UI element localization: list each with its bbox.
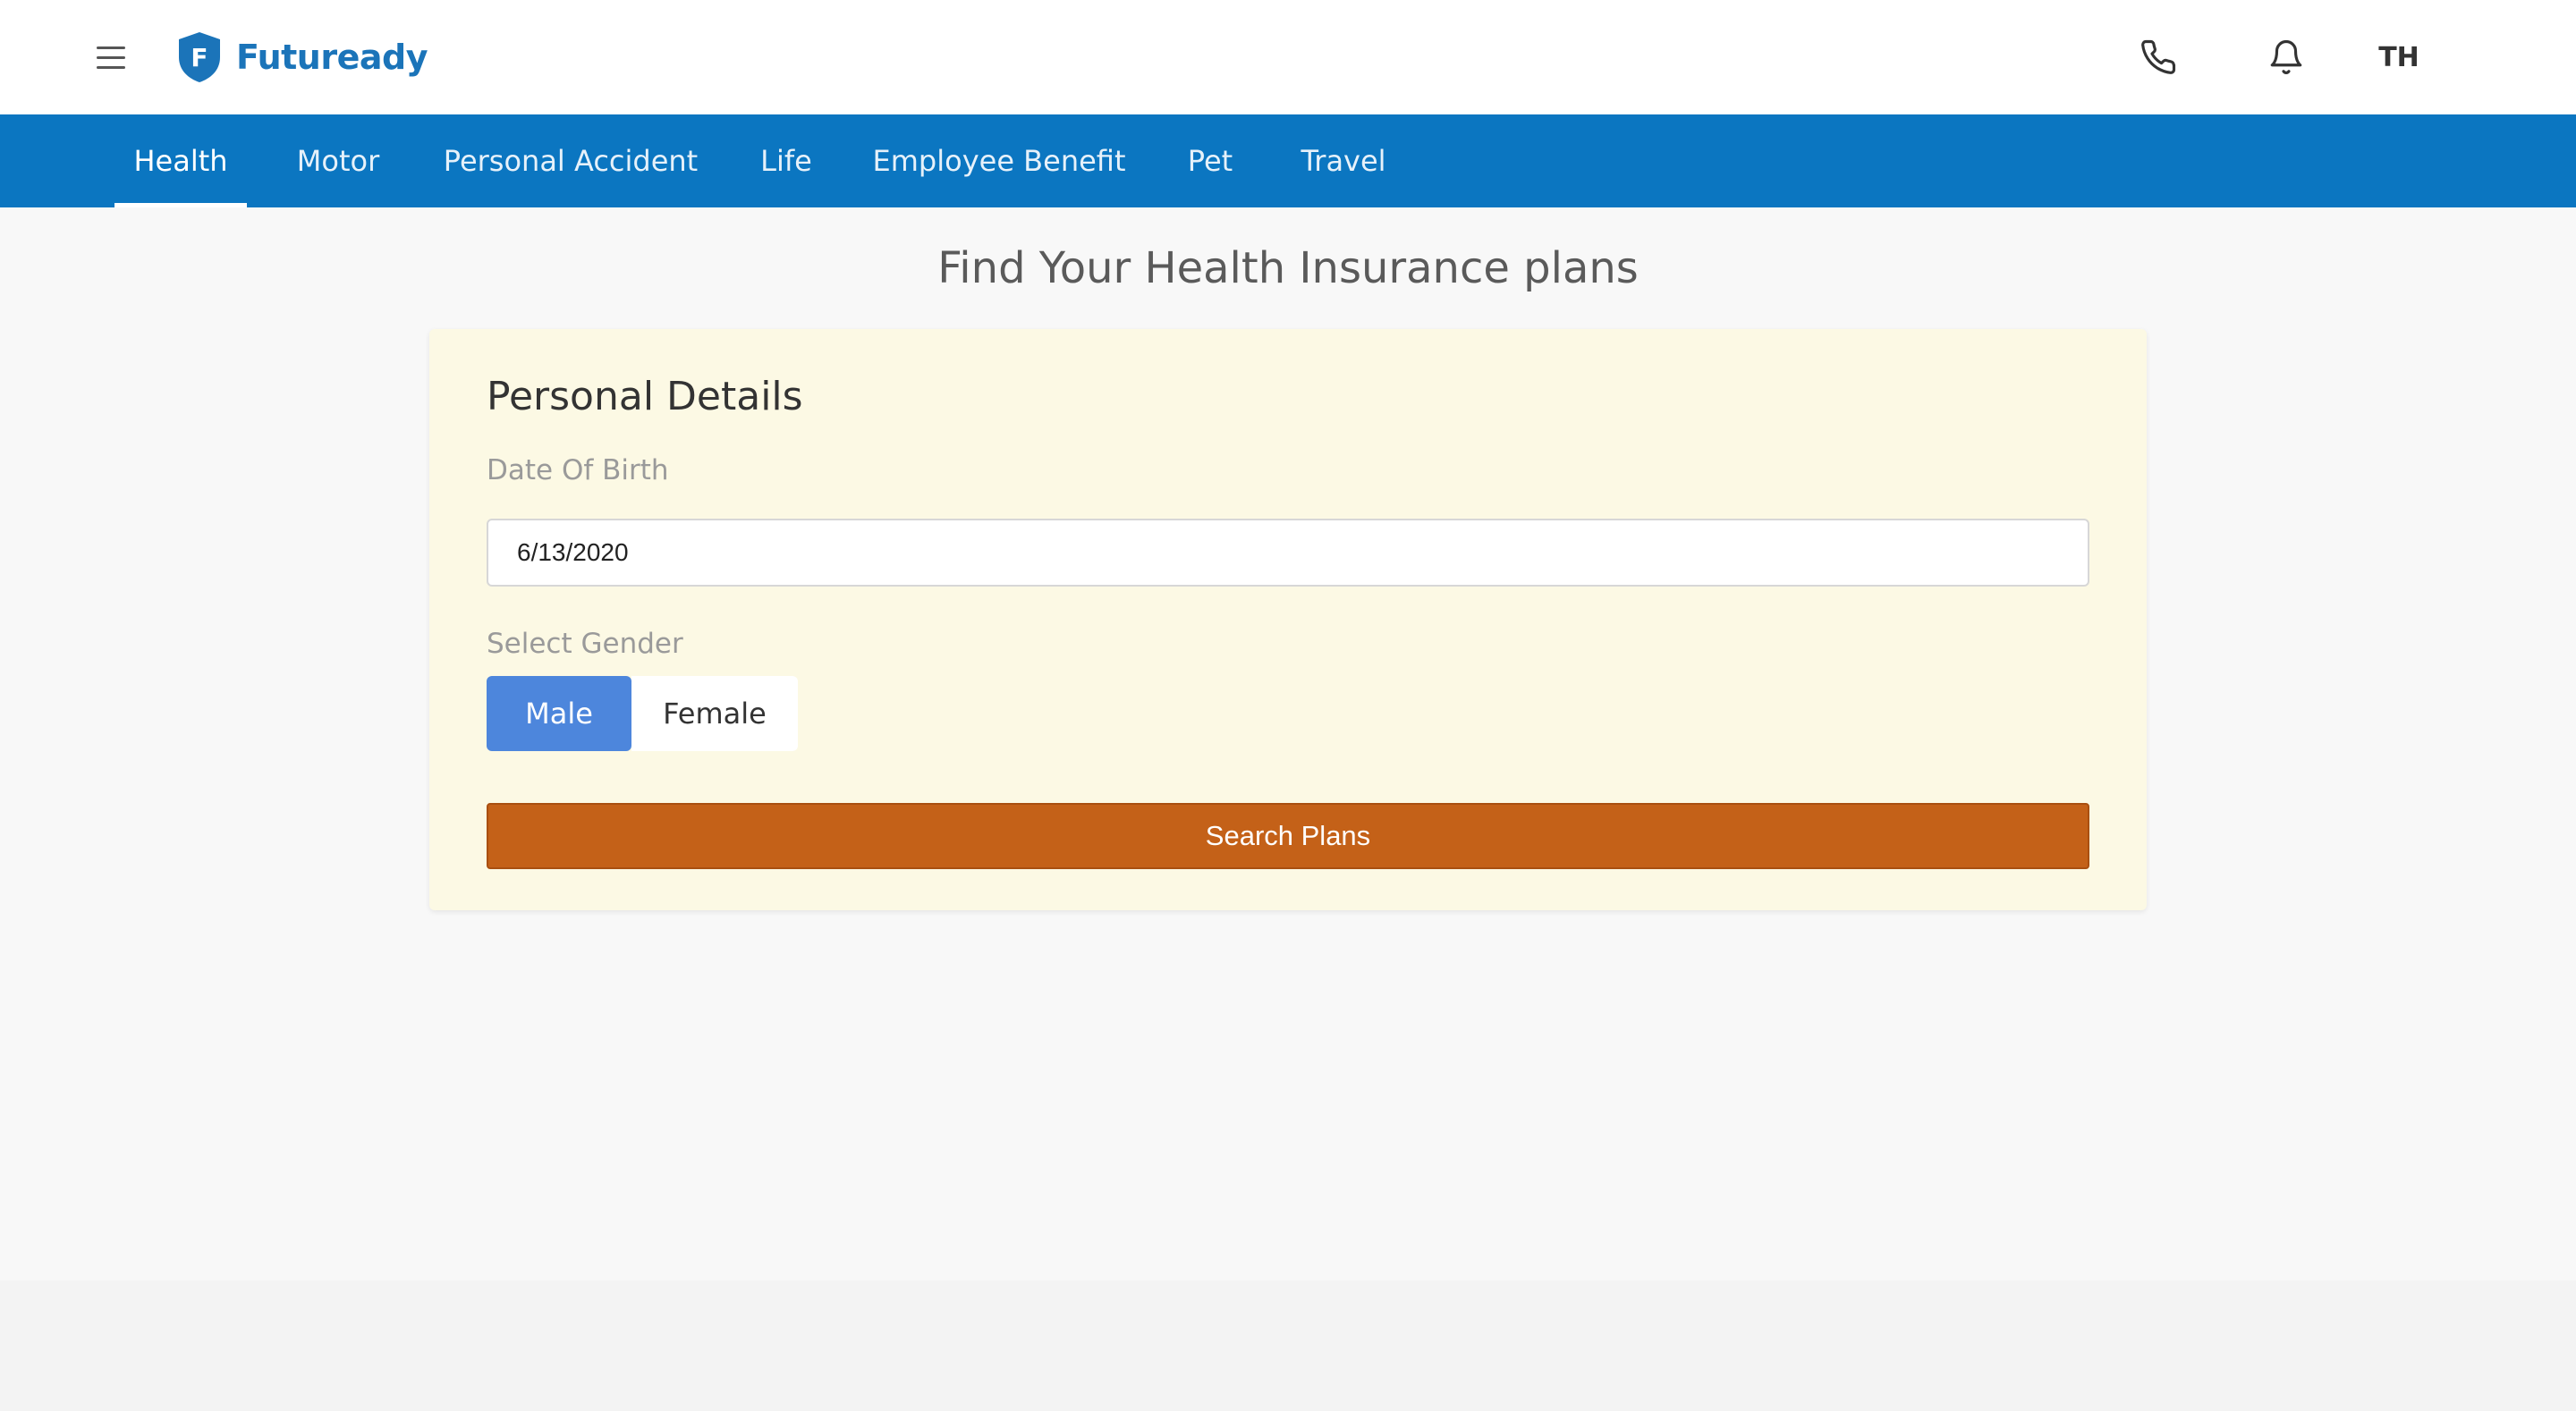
- user-avatar[interactable]: TH: [2361, 32, 2436, 82]
- page: F Futuready TH Health Motor Personal Acc…: [0, 0, 2576, 1411]
- phone-icon[interactable]: [2133, 32, 2183, 82]
- top-header: F Futuready TH: [0, 0, 2576, 114]
- bell-icon[interactable]: [2261, 32, 2311, 82]
- gender-toggle-group: Male Female: [487, 676, 798, 751]
- card-title: Personal Details: [487, 374, 803, 419]
- tab-motor[interactable]: Motor: [283, 114, 394, 207]
- main-content: Find Your Health Insurance plans Persona…: [0, 207, 2576, 1280]
- gender-male-button[interactable]: Male: [487, 676, 631, 751]
- footer-area: [0, 1280, 2576, 1411]
- logo-text: Futuready: [236, 38, 428, 77]
- dob-label: Date Of Birth: [487, 454, 669, 486]
- tab-life[interactable]: Life: [746, 114, 826, 207]
- page-title: Find Your Health Insurance plans: [937, 243, 1639, 293]
- gender-label: Select Gender: [487, 628, 683, 660]
- brand-logo[interactable]: F Futuready: [175, 30, 428, 84]
- gender-female-button[interactable]: Female: [631, 676, 798, 751]
- tab-personal-accident[interactable]: Personal Accident: [438, 114, 703, 207]
- hamburger-menu-icon[interactable]: [89, 39, 132, 75]
- tab-pet[interactable]: Pet: [1172, 114, 1249, 207]
- tab-health[interactable]: Health: [114, 114, 247, 207]
- tab-employee-benefit[interactable]: Employee Benefit: [871, 114, 1127, 207]
- personal-details-card: Personal Details Date Of Birth Select Ge…: [429, 329, 2147, 910]
- product-nav: Health Motor Personal Accident Life Empl…: [0, 114, 2576, 207]
- shield-logo-icon: F: [179, 32, 220, 82]
- logo-letter: F: [191, 43, 208, 72]
- tab-travel[interactable]: Travel: [1293, 114, 1394, 207]
- search-plans-button[interactable]: Search Plans: [487, 803, 2089, 869]
- dob-input[interactable]: [487, 519, 2089, 587]
